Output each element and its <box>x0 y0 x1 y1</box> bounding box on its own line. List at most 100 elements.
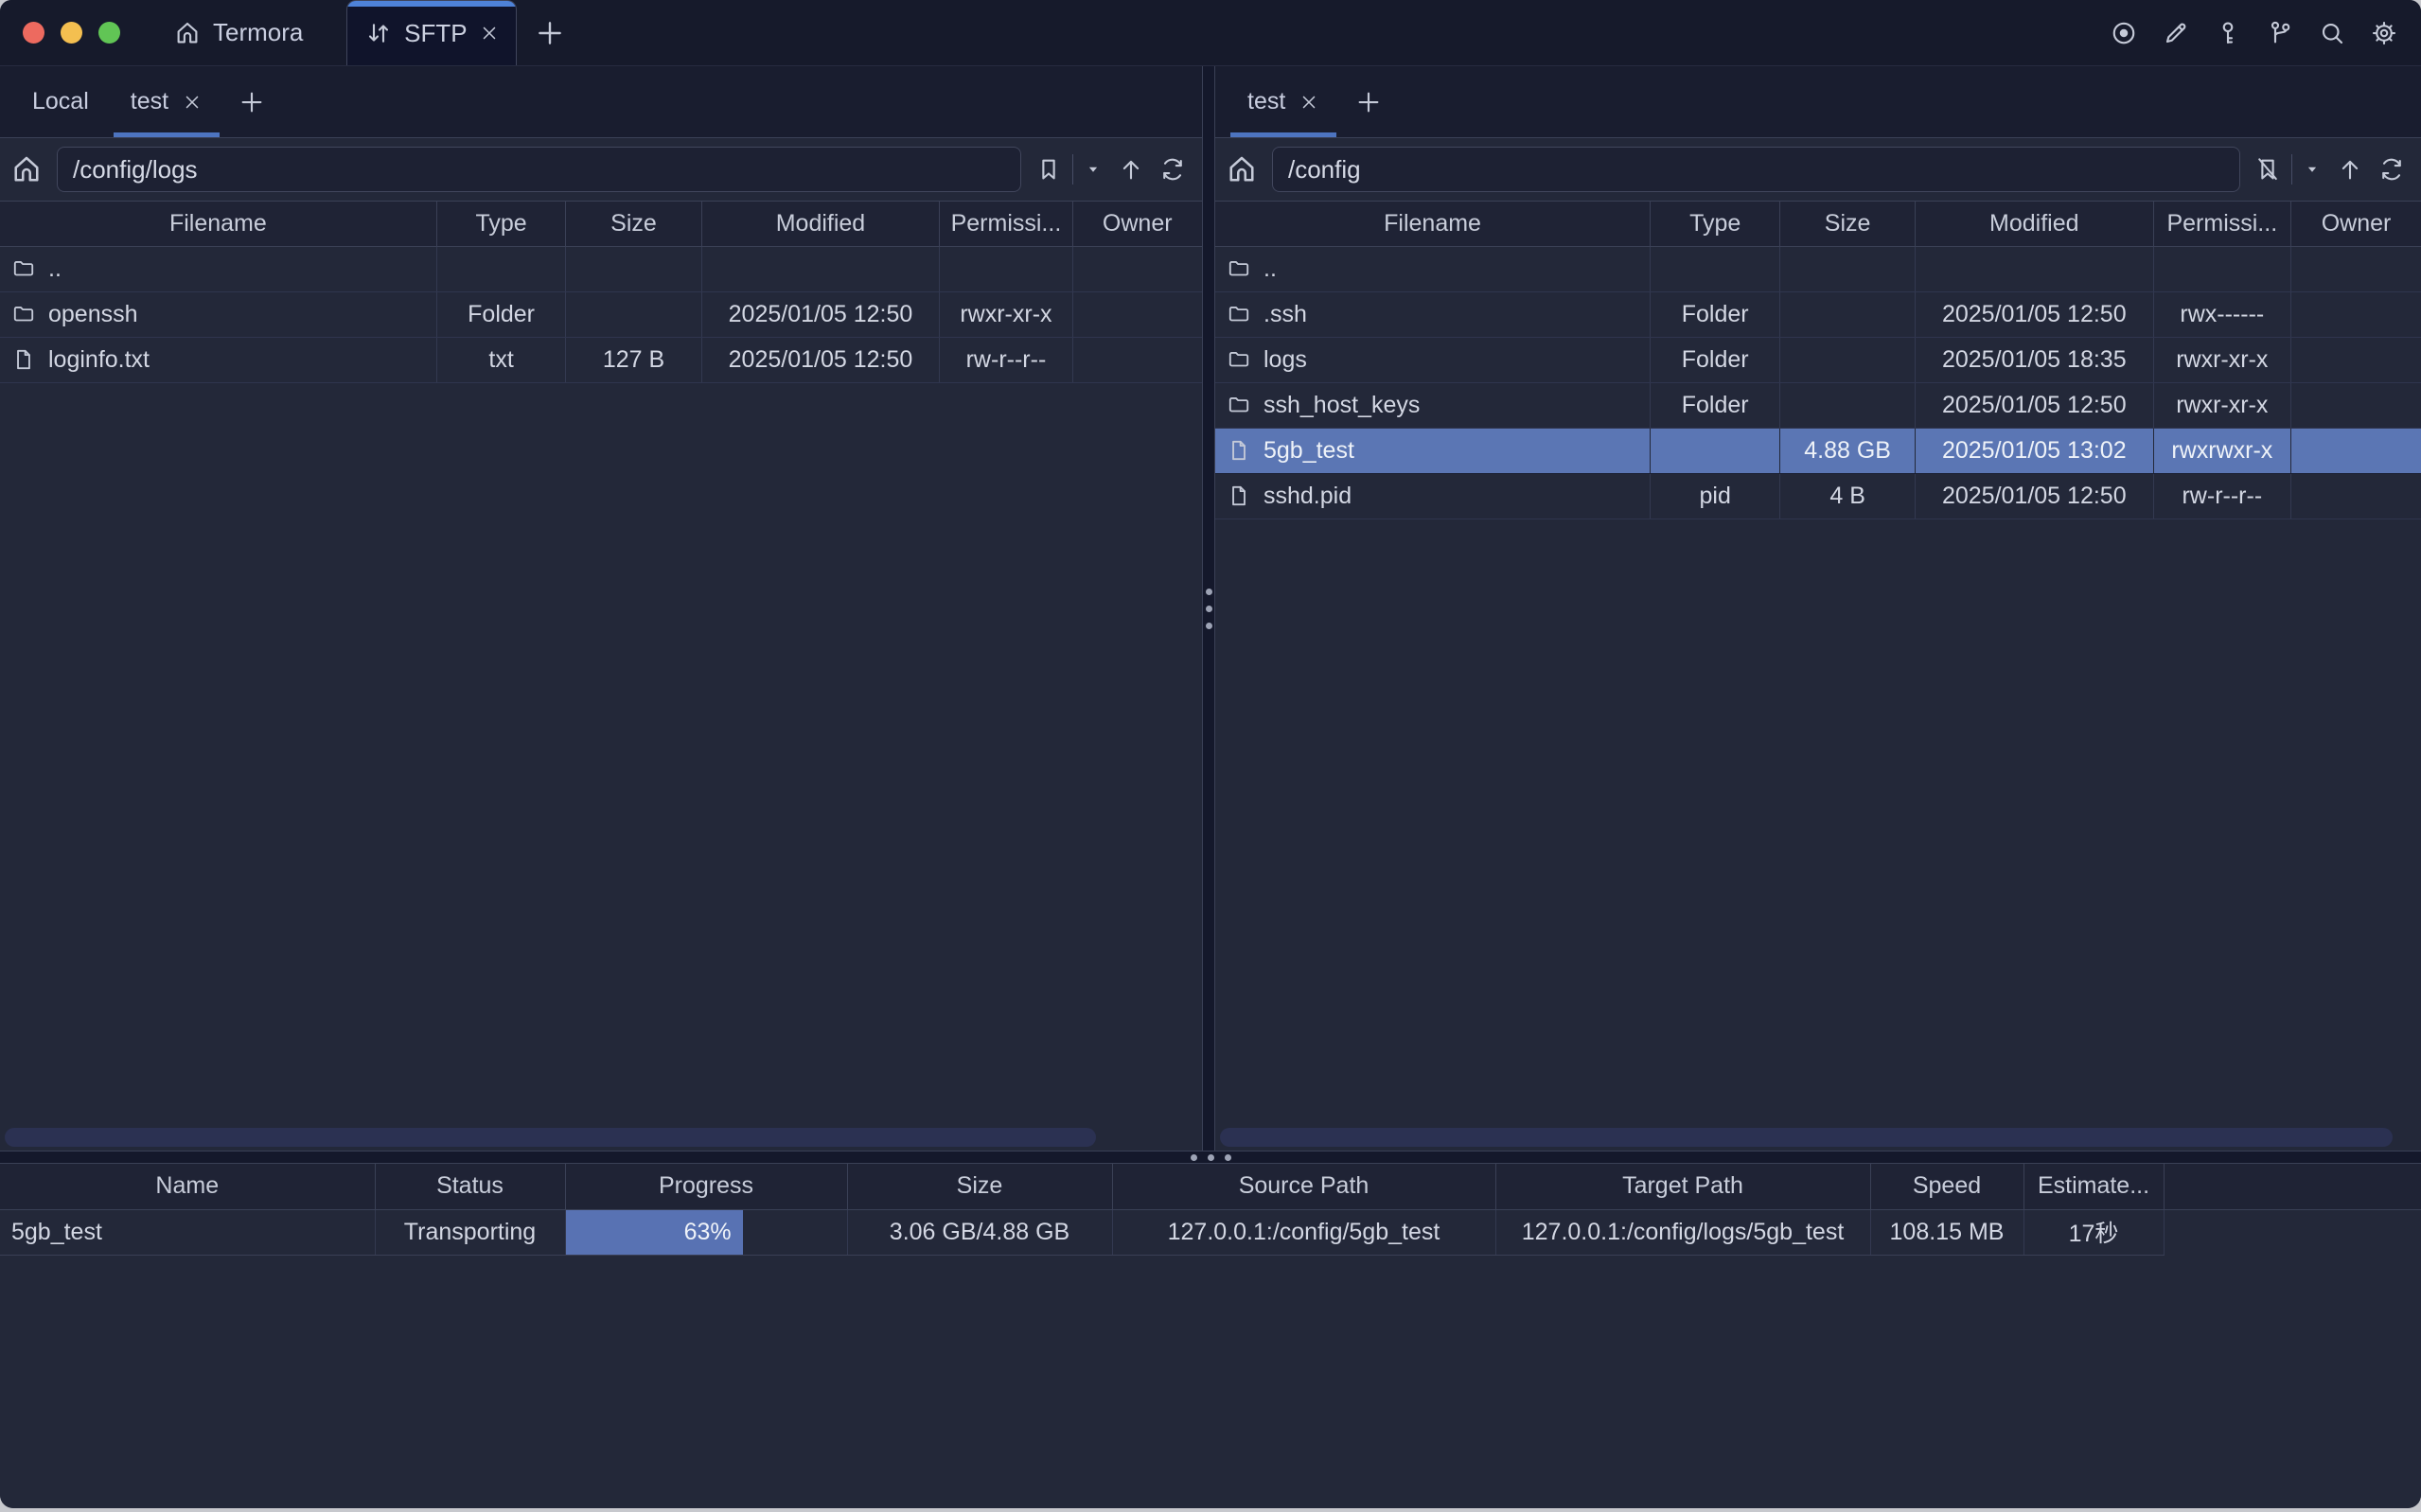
left-file-list: FilenameTypeSizeModifiedPermissi...Owner… <box>0 201 1202 1124</box>
new-tab-button-right[interactable] <box>1340 66 1397 137</box>
search-icon[interactable] <box>2318 19 2346 47</box>
file-icon <box>1227 483 1251 508</box>
tab-local[interactable]: Local <box>11 66 110 137</box>
file-name: .ssh <box>1264 301 1307 327</box>
file-type: Folder <box>1651 383 1780 429</box>
table-row[interactable]: ssh_host_keysFolder2025/01/05 12:50rwxr-… <box>1215 383 2421 429</box>
table-row[interactable]: sshd.pidpid4 B2025/01/05 12:50rw-r--r-- <box>1215 474 2421 519</box>
column-header[interactable]: Permissi... <box>2153 202 2290 247</box>
table-row[interactable]: .. <box>0 247 1202 292</box>
table-row[interactable]: opensshFolder2025/01/05 12:50rwxr-xr-x <box>0 292 1202 338</box>
app-window: Termora SFTP Local <box>0 0 2421 1508</box>
file-owner <box>2291 383 2421 429</box>
up-directory-icon[interactable] <box>1117 155 1145 184</box>
table-row[interactable]: .. <box>1215 247 2421 292</box>
close-window-button[interactable] <box>23 22 44 44</box>
tab-close-icon[interactable] <box>479 23 500 44</box>
settings-icon[interactable] <box>2370 19 2398 47</box>
table-row[interactable]: loginfo.txttxt127 B2025/01/05 12:50rw-r-… <box>0 338 1202 383</box>
column-header[interactable]: Progress <box>565 1164 847 1209</box>
new-tab-button-left[interactable] <box>223 66 280 137</box>
column-header[interactable]: Size <box>1780 202 1916 247</box>
titlebar-actions <box>2110 0 2421 65</box>
chevron-down-icon[interactable] <box>1083 159 1104 180</box>
column-header[interactable]: Speed <box>1870 1164 2023 1209</box>
column-header[interactable]: Modified <box>1915 202 2153 247</box>
transfer-estimate: 17秒 <box>2023 1209 2164 1255</box>
progress-fill: 63% <box>566 1210 743 1255</box>
table-row[interactable]: logsFolder2025/01/05 18:35rwxr-xr-x <box>1215 338 2421 383</box>
file-owner <box>1072 292 1202 338</box>
transfer-panel: NameStatusProgressSizeSource PathTarget … <box>0 1164 2421 1508</box>
file-modified <box>701 247 940 292</box>
left-path-input[interactable] <box>57 147 1021 192</box>
column-header[interactable]: Name <box>0 1164 375 1209</box>
file-type: Folder <box>436 292 566 338</box>
column-header[interactable]: Permissi... <box>940 202 1072 247</box>
new-window-tab-button[interactable] <box>517 0 583 65</box>
home-button[interactable] <box>1225 152 1259 186</box>
transfer-row[interactable]: 5gb_testTransporting63%3.06 GB/4.88 GB12… <box>0 1209 2421 1255</box>
folder-icon <box>11 302 36 326</box>
table-row[interactable]: .sshFolder2025/01/05 12:50rwx------ <box>1215 292 2421 338</box>
right-path-input[interactable] <box>1272 147 2240 192</box>
folder-icon <box>1227 302 1251 326</box>
column-header[interactable]: Filename <box>1215 202 1651 247</box>
column-header[interactable]: Size <box>566 202 701 247</box>
column-header[interactable]: Owner <box>2291 202 2421 247</box>
file-type: pid <box>1651 474 1780 519</box>
tab-test-right[interactable]: test <box>1227 66 1340 137</box>
column-header[interactable]: Type <box>1651 202 1780 247</box>
tab-sftp[interactable]: SFTP <box>346 0 517 65</box>
zoom-window-button[interactable] <box>98 22 120 44</box>
edit-icon[interactable] <box>2162 19 2190 47</box>
transfer-name: 5gb_test <box>0 1209 375 1255</box>
table-row[interactable]: 5gb_test4.88 GB2025/01/05 13:02rwxrwxr-x <box>1215 429 2421 474</box>
file-size <box>566 247 701 292</box>
home-button[interactable] <box>9 152 44 186</box>
file-permissions <box>2153 247 2290 292</box>
record-icon[interactable] <box>2110 19 2138 47</box>
file-type: Folder <box>1651 338 1780 383</box>
column-header[interactable]: Target Path <box>1495 1164 1870 1209</box>
app-home[interactable]: Termora <box>173 0 303 65</box>
bookmark-icon[interactable] <box>1034 155 1063 184</box>
file-name: logs <box>1264 346 1307 373</box>
file-permissions: rwxr-xr-x <box>940 292 1072 338</box>
up-directory-icon[interactable] <box>2336 155 2364 184</box>
divider <box>1072 154 1073 185</box>
column-header[interactable]: Type <box>436 202 566 247</box>
scrollbar-thumb[interactable] <box>1220 1128 2393 1147</box>
vertical-splitter[interactable] <box>1202 66 1215 1151</box>
plus-icon <box>534 17 566 49</box>
column-header[interactable]: Status <box>375 1164 565 1209</box>
refresh-icon[interactable] <box>2377 155 2406 184</box>
minimize-window-button[interactable] <box>61 22 82 44</box>
column-header[interactable]: Filename <box>0 202 436 247</box>
file-modified <box>1915 247 2153 292</box>
file-modified: 2025/01/05 12:50 <box>1915 292 2153 338</box>
file-size <box>1780 338 1916 383</box>
column-header[interactable]: Estimate... <box>2023 1164 2164 1209</box>
file-name: ssh_host_keys <box>1264 392 1420 418</box>
file-icon <box>1227 438 1251 463</box>
column-header[interactable]: Size <box>847 1164 1112 1209</box>
tab-test-left[interactable]: test <box>110 66 223 137</box>
tab-close-icon[interactable] <box>182 92 203 113</box>
scrollbar-thumb[interactable] <box>5 1128 1096 1147</box>
tab-close-icon[interactable] <box>1299 92 1319 113</box>
column-header[interactable]: Owner <box>1072 202 1202 247</box>
tab-local-label: Local <box>32 88 89 115</box>
column-header[interactable]: Modified <box>701 202 940 247</box>
column-header[interactable]: Source Path <box>1112 1164 1495 1209</box>
bookmark-slash-icon[interactable] <box>2253 155 2282 184</box>
key-icon[interactable] <box>2214 19 2242 47</box>
chevron-down-icon[interactable] <box>2302 159 2323 180</box>
refresh-icon[interactable] <box>1158 155 1187 184</box>
file-name: openssh <box>48 301 138 327</box>
branch-icon[interactable] <box>2266 19 2294 47</box>
file-size <box>1780 247 1916 292</box>
tab-sftp-label: SFTP <box>404 19 467 48</box>
file-owner <box>2291 247 2421 292</box>
horizontal-splitter[interactable] <box>0 1151 2421 1164</box>
